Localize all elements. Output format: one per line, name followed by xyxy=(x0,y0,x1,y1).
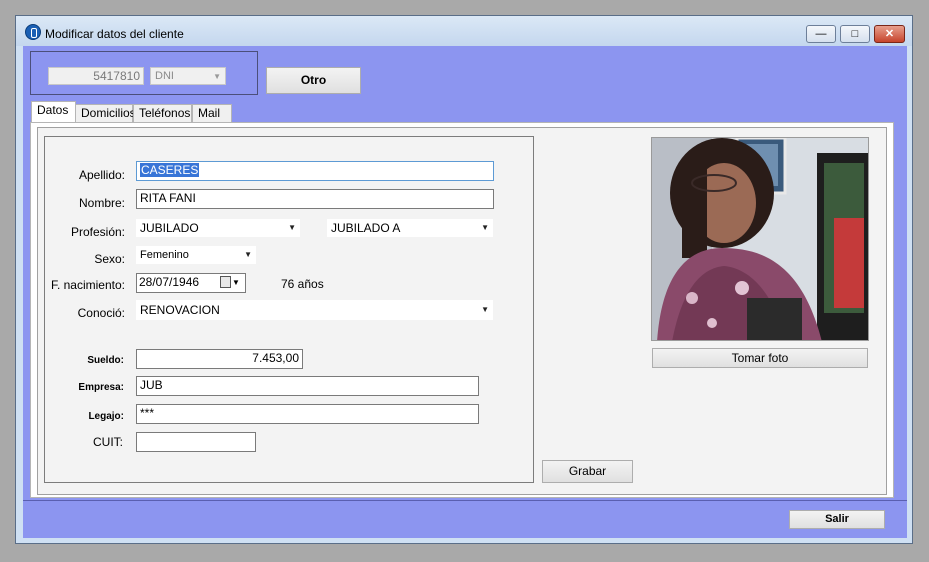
sueldo-field[interactable]: 7.453,00 xyxy=(136,349,303,369)
client-photo-image xyxy=(652,138,868,340)
minimize-button[interactable]: — xyxy=(806,25,836,43)
footer-bar xyxy=(23,500,907,538)
document-type-select[interactable]: DNI ▼ xyxy=(150,67,226,85)
chevron-down-icon: ▼ xyxy=(481,223,489,232)
sexo-select[interactable]: Femenino ▼ xyxy=(136,246,256,264)
apellido-value: CASERES xyxy=(140,163,200,177)
chevron-down-icon: ▼ xyxy=(213,72,221,81)
profesion-value: JUBILADO xyxy=(140,221,199,235)
nacimiento-label: F. nacimiento: xyxy=(50,278,125,292)
chevron-down-icon[interactable]: ▼ xyxy=(232,274,240,292)
tab-domicilios[interactable]: Domicilios xyxy=(75,104,136,123)
chevron-down-icon: ▼ xyxy=(288,223,296,232)
profesion-label: Profesión: xyxy=(70,225,125,239)
cuit-label: CUIT: xyxy=(93,435,123,449)
sueldo-label: Sueldo: xyxy=(87,355,124,366)
sexo-label: Sexo: xyxy=(94,252,125,266)
client-photo xyxy=(651,137,869,341)
calendar-icon[interactable] xyxy=(220,276,231,288)
nombre-field[interactable]: RITA FANI xyxy=(136,189,494,209)
otro-button[interactable]: Otro xyxy=(266,67,361,94)
profesion-sub-value: JUBILADO A xyxy=(331,221,401,235)
nombre-label: Nombre: xyxy=(78,196,125,210)
tab-mail[interactable]: Mail xyxy=(192,104,232,123)
cuit-field[interactable] xyxy=(136,432,256,452)
document-number-field[interactable]: 5417810 xyxy=(48,67,144,85)
conocio-value: RENOVACION xyxy=(140,303,220,317)
apellido-field[interactable]: CASERES xyxy=(136,161,494,181)
chevron-down-icon: ▼ xyxy=(481,305,489,314)
edad-text: 76 años xyxy=(281,277,324,291)
profesion-sub-select[interactable]: JUBILADO A ▼ xyxy=(327,219,493,237)
grabar-button[interactable]: Grabar xyxy=(542,460,633,483)
app-icon xyxy=(25,24,41,40)
salir-button[interactable]: Salir xyxy=(789,510,885,529)
take-photo-button[interactable]: Tomar foto xyxy=(652,348,868,368)
sexo-value: Femenino xyxy=(140,249,189,261)
empresa-field[interactable]: JUB xyxy=(136,376,479,396)
nacimiento-value: 28/07/1946 xyxy=(139,275,200,289)
legajo-field[interactable]: *** xyxy=(136,404,479,424)
conocio-label: Conoció: xyxy=(77,306,125,320)
maximize-button[interactable]: □ xyxy=(840,25,870,43)
tab-datos[interactable]: Datos xyxy=(31,101,76,123)
nacimiento-datepicker[interactable]: 28/07/1946 ▼ xyxy=(136,273,246,293)
close-button[interactable]: ✕ xyxy=(874,25,905,43)
tab-telefonos[interactable]: Teléfonos xyxy=(133,104,192,123)
window-title: Modificar datos del cliente xyxy=(45,27,184,41)
conocio-select[interactable]: RENOVACION ▼ xyxy=(136,300,493,320)
legajo-label: Legajo: xyxy=(88,411,124,422)
empresa-label: Empresa: xyxy=(78,382,124,393)
profesion-select[interactable]: JUBILADO ▼ xyxy=(136,219,300,237)
chevron-down-icon: ▼ xyxy=(244,250,252,259)
document-type-value: DNI xyxy=(155,70,174,82)
apellido-label: Apellido: xyxy=(78,168,125,182)
